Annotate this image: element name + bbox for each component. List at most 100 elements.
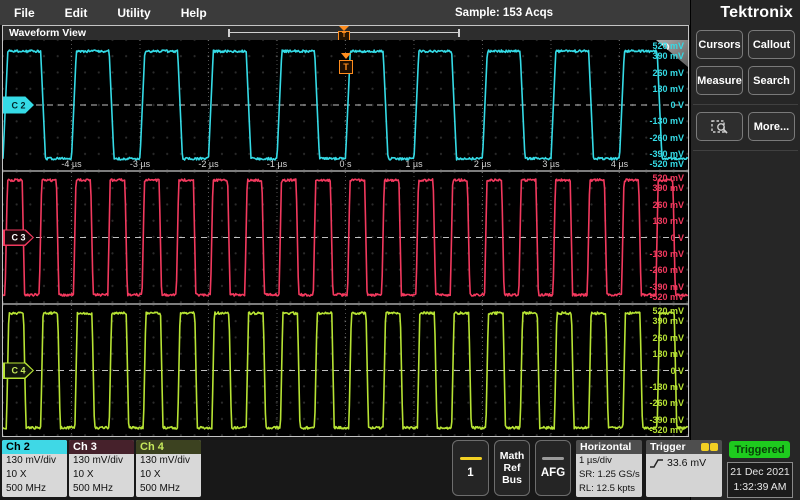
time-axis-label: 1 µs: [405, 159, 422, 169]
y-axis-label: -390 mV: [649, 149, 684, 159]
draw-a-box-zoom-icon: [711, 119, 729, 135]
y-axis-label: 130 mV: [652, 84, 684, 94]
badge-header: Ch 4: [136, 440, 201, 454]
cursors-button[interactable]: Cursors: [696, 30, 743, 59]
menu-file[interactable]: File: [14, 6, 35, 20]
badge-probe: 10 X: [69, 468, 134, 482]
y-axis-label: 0 V: [670, 233, 684, 243]
waveform-slice-ch4[interactable]: C 4 520 mV390 mV 260 mV 130 mV 0 V -130 mV -2…: [3, 305, 688, 436]
trigger-t-icon: T: [339, 60, 353, 74]
waveform-view: Waveform View T C 2 T: [2, 25, 689, 437]
menu-bar: File Edit Utility Help: [0, 0, 690, 25]
y-axis-label: 390 mV: [652, 51, 684, 61]
panel-divider: [693, 104, 798, 105]
math-label: Math: [500, 450, 525, 462]
trigger-title: Trigger: [650, 441, 686, 453]
y-axis-label: -260 mV: [649, 265, 684, 275]
y-axis-label: 520 mV: [652, 306, 684, 316]
time-axis-label: 3 µs: [542, 159, 559, 169]
badge-probe: 10 X: [2, 468, 67, 482]
y-axis-label: 260 mV: [652, 333, 684, 343]
time-text: 1:32:39 AM: [728, 480, 792, 495]
trigger-source-icon: [701, 443, 718, 451]
channel-1-accent: [460, 457, 482, 460]
trigger-status-badge: Triggered: [729, 441, 790, 458]
channel-badge-ch3[interactable]: Ch 3 130 mV/div 10 X 500 MHz: [69, 440, 134, 497]
horizontal-panel[interactable]: Horizontal 1 µs/div SR: 1.25 GS/s RL: 12…: [576, 440, 642, 497]
badge-scale: 130 mV/div: [69, 454, 134, 468]
add-channel-1-button[interactable]: 1: [452, 440, 489, 496]
callout-button[interactable]: Callout: [748, 30, 795, 59]
channel-flag-label: C 3: [5, 231, 33, 245]
badge-scale: 130 mV/div: [136, 454, 201, 468]
zoom-box-button[interactable]: [696, 112, 743, 141]
channel-flag-label: C 4: [5, 364, 33, 378]
afg-accent: [542, 457, 564, 460]
sample-acquisition-status: Sample: 153 Acqs: [455, 0, 553, 25]
bottom-bar: Ch 2 130 mV/div 10 X 500 MHz Ch 3 130 mV…: [0, 437, 690, 500]
trigger-flag[interactable]: T: [339, 53, 352, 74]
channel-1-label: 1: [467, 467, 473, 479]
time-axis-label: 2 µs: [474, 159, 491, 169]
y-axis-label: 130 mV: [652, 216, 684, 226]
y-axis-label: 520 mV: [652, 173, 684, 183]
y-axis-label: -390 mV: [649, 282, 684, 292]
waveform-plot-ch4: [3, 305, 688, 436]
right-panel: Tektronix Cursors Callout Measure Search…: [690, 0, 800, 500]
graticule: C 2 T 520 mV390 mV260 mV130 mV0 V-130 mV…: [3, 40, 688, 436]
time-axis-label: -4 µs: [61, 159, 81, 169]
y-axis-label: 260 mV: [652, 200, 684, 210]
y-axis-label: 130 mV: [652, 349, 684, 359]
trigger-panel[interactable]: Trigger 33.6 mV: [646, 440, 722, 497]
waveform-slice-ch3[interactable]: C 3 520 mV390 mV260 mV130 mV0 V-130 mV-2…: [3, 172, 688, 303]
trigger-arrow-icon: [341, 53, 351, 59]
waveform-plot-ch3: [3, 172, 688, 303]
badge-probe: 10 X: [136, 468, 201, 482]
y-axis-label: -520 mV: [649, 292, 684, 302]
afg-button[interactable]: AFG: [535, 440, 571, 496]
horizontal-scale: 1 µs/div: [579, 454, 642, 468]
time-axis-label: 4 µs: [611, 159, 628, 169]
math-ref-bus-button[interactable]: Math Ref Bus: [494, 440, 530, 496]
badge-header: Ch 2: [2, 440, 67, 454]
horizontal-sample-rate: SR: 1.25 GS/s: [579, 468, 642, 482]
y-axis-label: 0 V: [670, 100, 684, 110]
time-axis-label: 0 s: [339, 159, 351, 169]
channel-badge-ch2[interactable]: Ch 2 130 mV/div 10 X 500 MHz: [2, 440, 67, 497]
menu-help[interactable]: Help: [181, 6, 207, 20]
y-axis-label: 520 mV: [652, 41, 684, 51]
waveform-view-header: Waveform View T: [3, 26, 688, 40]
badge-bandwidth: 500 MHz: [69, 482, 134, 496]
badge-bandwidth: 500 MHz: [2, 482, 67, 496]
badge-header: Ch 3: [69, 440, 134, 454]
rising-edge-icon: [649, 457, 664, 470]
y-axis-label: 390 mV: [652, 316, 684, 326]
datetime-display: 21 Dec 2021 1:32:39 AM: [727, 462, 793, 498]
measure-button[interactable]: Measure: [696, 66, 743, 95]
y-axis-label: -520 mV: [649, 159, 684, 169]
more-button[interactable]: More...: [748, 112, 795, 141]
y-axis-label: -260 mV: [649, 398, 684, 408]
ref-label: Ref: [500, 462, 525, 474]
badge-bandwidth: 500 MHz: [136, 482, 201, 496]
y-axis-label: -130 mV: [649, 116, 684, 126]
time-axis-label: -1 µs: [267, 159, 287, 169]
trigger-position-marker[interactable]: T: [337, 26, 351, 40]
y-axis-label: -130 mV: [649, 382, 684, 392]
horizontal-record-length: RL: 12.5 kpts: [579, 482, 642, 496]
y-axis-label: 0 V: [670, 366, 684, 376]
channel-badge-ch4[interactable]: Ch 4 130 mV/div 10 X 500 MHz: [136, 440, 201, 497]
y-axis-label: 390 mV: [652, 183, 684, 193]
oscilloscope-screen: File Edit Utility Help Sample: 153 Acqs …: [0, 0, 800, 500]
search-button[interactable]: Search: [748, 66, 795, 95]
trigger-level: 33.6 mV: [667, 456, 706, 470]
panel-divider: [693, 150, 798, 151]
menu-edit[interactable]: Edit: [65, 6, 88, 20]
afg-label: AFG: [541, 467, 565, 479]
tektronix-logo: Tektronix: [691, 0, 800, 25]
waveform-view-title: Waveform View: [9, 27, 86, 39]
bus-label: Bus: [500, 474, 525, 486]
waveform-slice-ch2[interactable]: C 2 T 520 mV390 mV260 mV130 mV0 V-130 mV…: [3, 40, 688, 170]
menu-utility[interactable]: Utility: [117, 6, 150, 20]
y-axis-label: -260 mV: [649, 133, 684, 143]
